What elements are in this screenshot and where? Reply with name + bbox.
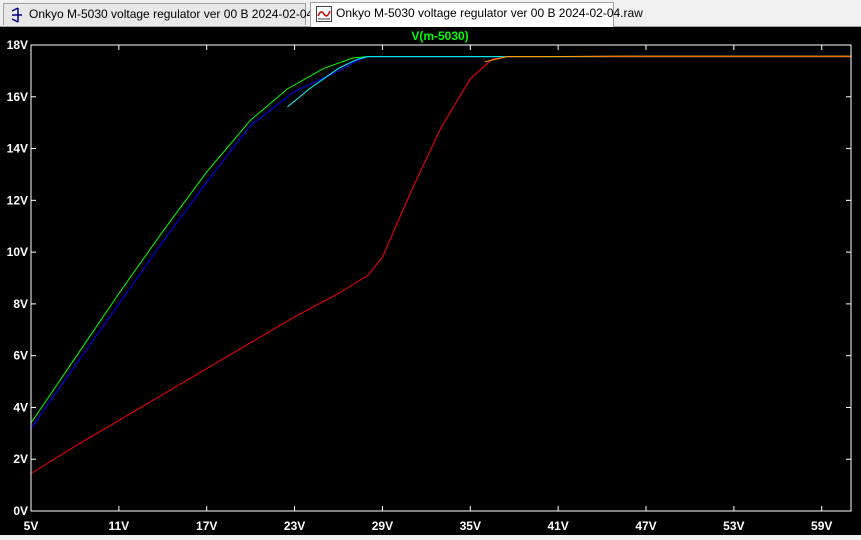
trace-1[interactable]: [30, 56, 851, 429]
series-layer: [30, 55, 851, 474]
chart-title[interactable]: V(m-5030): [411, 29, 468, 43]
y-tick-label: 10V: [7, 245, 28, 259]
x-tick-label: 17V: [196, 519, 217, 533]
waveform-plot[interactable]: V(m-5030) 0V 2V 4V 6V 8V 10V 12V 14V 16V 18V 5V 11V…: [0, 27, 861, 535]
x-tick-label: 47V: [635, 519, 656, 533]
tab-schematic-label: Onkyo M-5030 voltage regulator ver 00 B …: [29, 7, 336, 21]
tab-schematic[interactable]: Onkyo M-5030 voltage regulator ver 00 B …: [3, 3, 335, 25]
tick-layer: 0V 2V 4V 6V 8V 10V 12V 14V 16V 18V 5V 11V 17V 23V 29V 3…: [7, 38, 851, 533]
tab-waveform-label: Onkyo M-5030 voltage regulator ver 00 B …: [336, 6, 643, 20]
trace-2[interactable]: [286, 56, 851, 108]
x-tick-label: 29V: [372, 519, 393, 533]
x-tick-label: 53V: [723, 519, 744, 533]
tab-waveform[interactable]: Onkyo M-5030 voltage regulator ver 00 B …: [310, 2, 643, 27]
y-tick-label: 8V: [13, 297, 28, 311]
schematic-icon: [11, 7, 22, 23]
y-tick-label: 14V: [7, 142, 28, 156]
axis-layer: [30, 44, 852, 512]
x-tick-label: 35V: [460, 519, 481, 533]
trace-3[interactable]: [30, 56, 851, 474]
x-tick-label: 11V: [109, 519, 130, 533]
y-tick-label: 0V: [13, 504, 28, 518]
x-tick-label: 59V: [811, 519, 832, 533]
y-tick-label: 2V: [13, 452, 28, 466]
waveform-icon: [316, 6, 332, 22]
plot-frame: [30, 44, 852, 512]
y-tick-label: 18V: [7, 38, 28, 52]
y-tick-label: 6V: [13, 349, 28, 363]
y-tick-label: 12V: [7, 193, 28, 207]
x-tick-label: 41V: [547, 519, 568, 533]
x-tick-label: 23V: [284, 519, 305, 533]
waveform-chart[interactable]: V(m-5030) 0V 2V 4V 6V 8V 10V 12V 14V 16V 18V 5V 11V…: [0, 27, 861, 535]
y-tick-label: 16V: [7, 90, 28, 104]
y-tick-label: 4V: [13, 400, 28, 414]
tab-bar: Onkyo M-5030 voltage regulator ver 00 B …: [0, 0, 861, 27]
x-tick-label: 5V: [24, 519, 39, 533]
trace-0[interactable]: [30, 56, 851, 424]
